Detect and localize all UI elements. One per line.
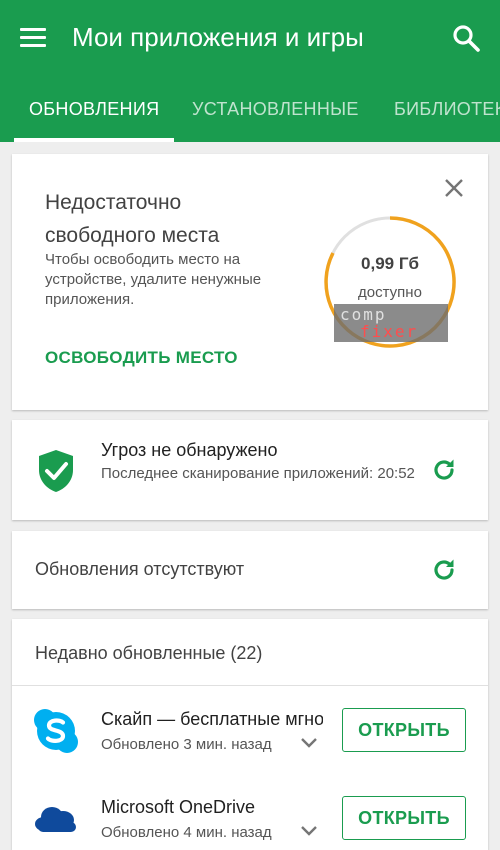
free-space-label: доступно: [358, 284, 422, 301]
onedrive-icon: [35, 807, 76, 832]
open-app-button[interactable]: ОТКРЫТЬ: [342, 708, 466, 752]
storage-warning-title: Недостаточно свободного места: [45, 191, 220, 247]
tab-bar: ОБНОВЛЕНИЯ УСТАНОВЛЕННЫЕ БИБЛИОТЕКА: [0, 80, 500, 142]
free-space-value: 0,99 Гб: [361, 254, 419, 273]
rescan-refresh-icon[interactable]: [430, 456, 458, 484]
security-status-card: Угроз не обнаружено Последнее сканирован…: [12, 420, 488, 520]
free-space-button[interactable]: ОСВОБОДИТЬ МЕСТО: [45, 348, 238, 368]
updates-status-text: Обновления отсутствуют: [35, 559, 245, 579]
tab-updates[interactable]: ОБНОВЛЕНИЯ: [29, 80, 159, 142]
watermark-logo: comp fixer: [334, 304, 448, 342]
tab-installed[interactable]: УСТАНОВЛЕННЫЕ: [192, 80, 359, 142]
app-name: Microsoft OneDrive: [101, 797, 256, 817]
app-update-time: Обновлено 3 мин. назад: [101, 736, 272, 753]
active-tab-indicator: [14, 138, 174, 142]
check-updates-refresh-icon[interactable]: [430, 556, 458, 584]
app-name: Скайп — бесплатные мгновенные сообщения: [101, 709, 323, 729]
last-scan-info: Последнее сканирование приложений: 20:52: [101, 465, 415, 482]
storage-warning-card: Недостаточно свободного места Чтобы осво…: [12, 154, 488, 410]
security-status-title: Угроз не обнаружено: [101, 440, 278, 460]
skype-icon: [34, 709, 78, 753]
tab-library[interactable]: БИБЛИОТЕКА: [394, 80, 500, 142]
close-icon[interactable]: [440, 174, 468, 202]
app-list-item-skype[interactable]: Скайп — бесплатные мгновенные сообщения …: [12, 686, 488, 774]
open-app-button[interactable]: ОТКРЫТЬ: [342, 796, 466, 840]
search-icon[interactable]: [450, 22, 482, 54]
shield-check-icon: [39, 450, 73, 492]
watermark-text-bottom: fixer: [360, 322, 419, 341]
updates-status-card: Обновления отсутствуют: [12, 531, 488, 609]
chevron-down-icon[interactable]: [300, 737, 318, 749]
storage-warning-description: Чтобы освободить место на устройстве, уд…: [45, 251, 262, 308]
app-update-time: Обновлено 4 мин. назад: [101, 824, 272, 841]
app-bar: Мои приложения и игры ОБНОВЛЕНИЯ УСТАНОВ…: [0, 0, 500, 142]
recently-updated-title: Недавно обновленные (22): [35, 643, 263, 663]
app-list-item-onedrive[interactable]: Microsoft OneDrive Обновлено 4 мин. наза…: [12, 774, 488, 850]
hamburger-menu-icon[interactable]: [18, 24, 50, 52]
page-title: Мои приложения и игры: [72, 22, 364, 52]
recently-updated-card: Недавно обновленные (22) Скайп — бесплат…: [12, 619, 488, 850]
chevron-down-icon[interactable]: [300, 825, 318, 837]
